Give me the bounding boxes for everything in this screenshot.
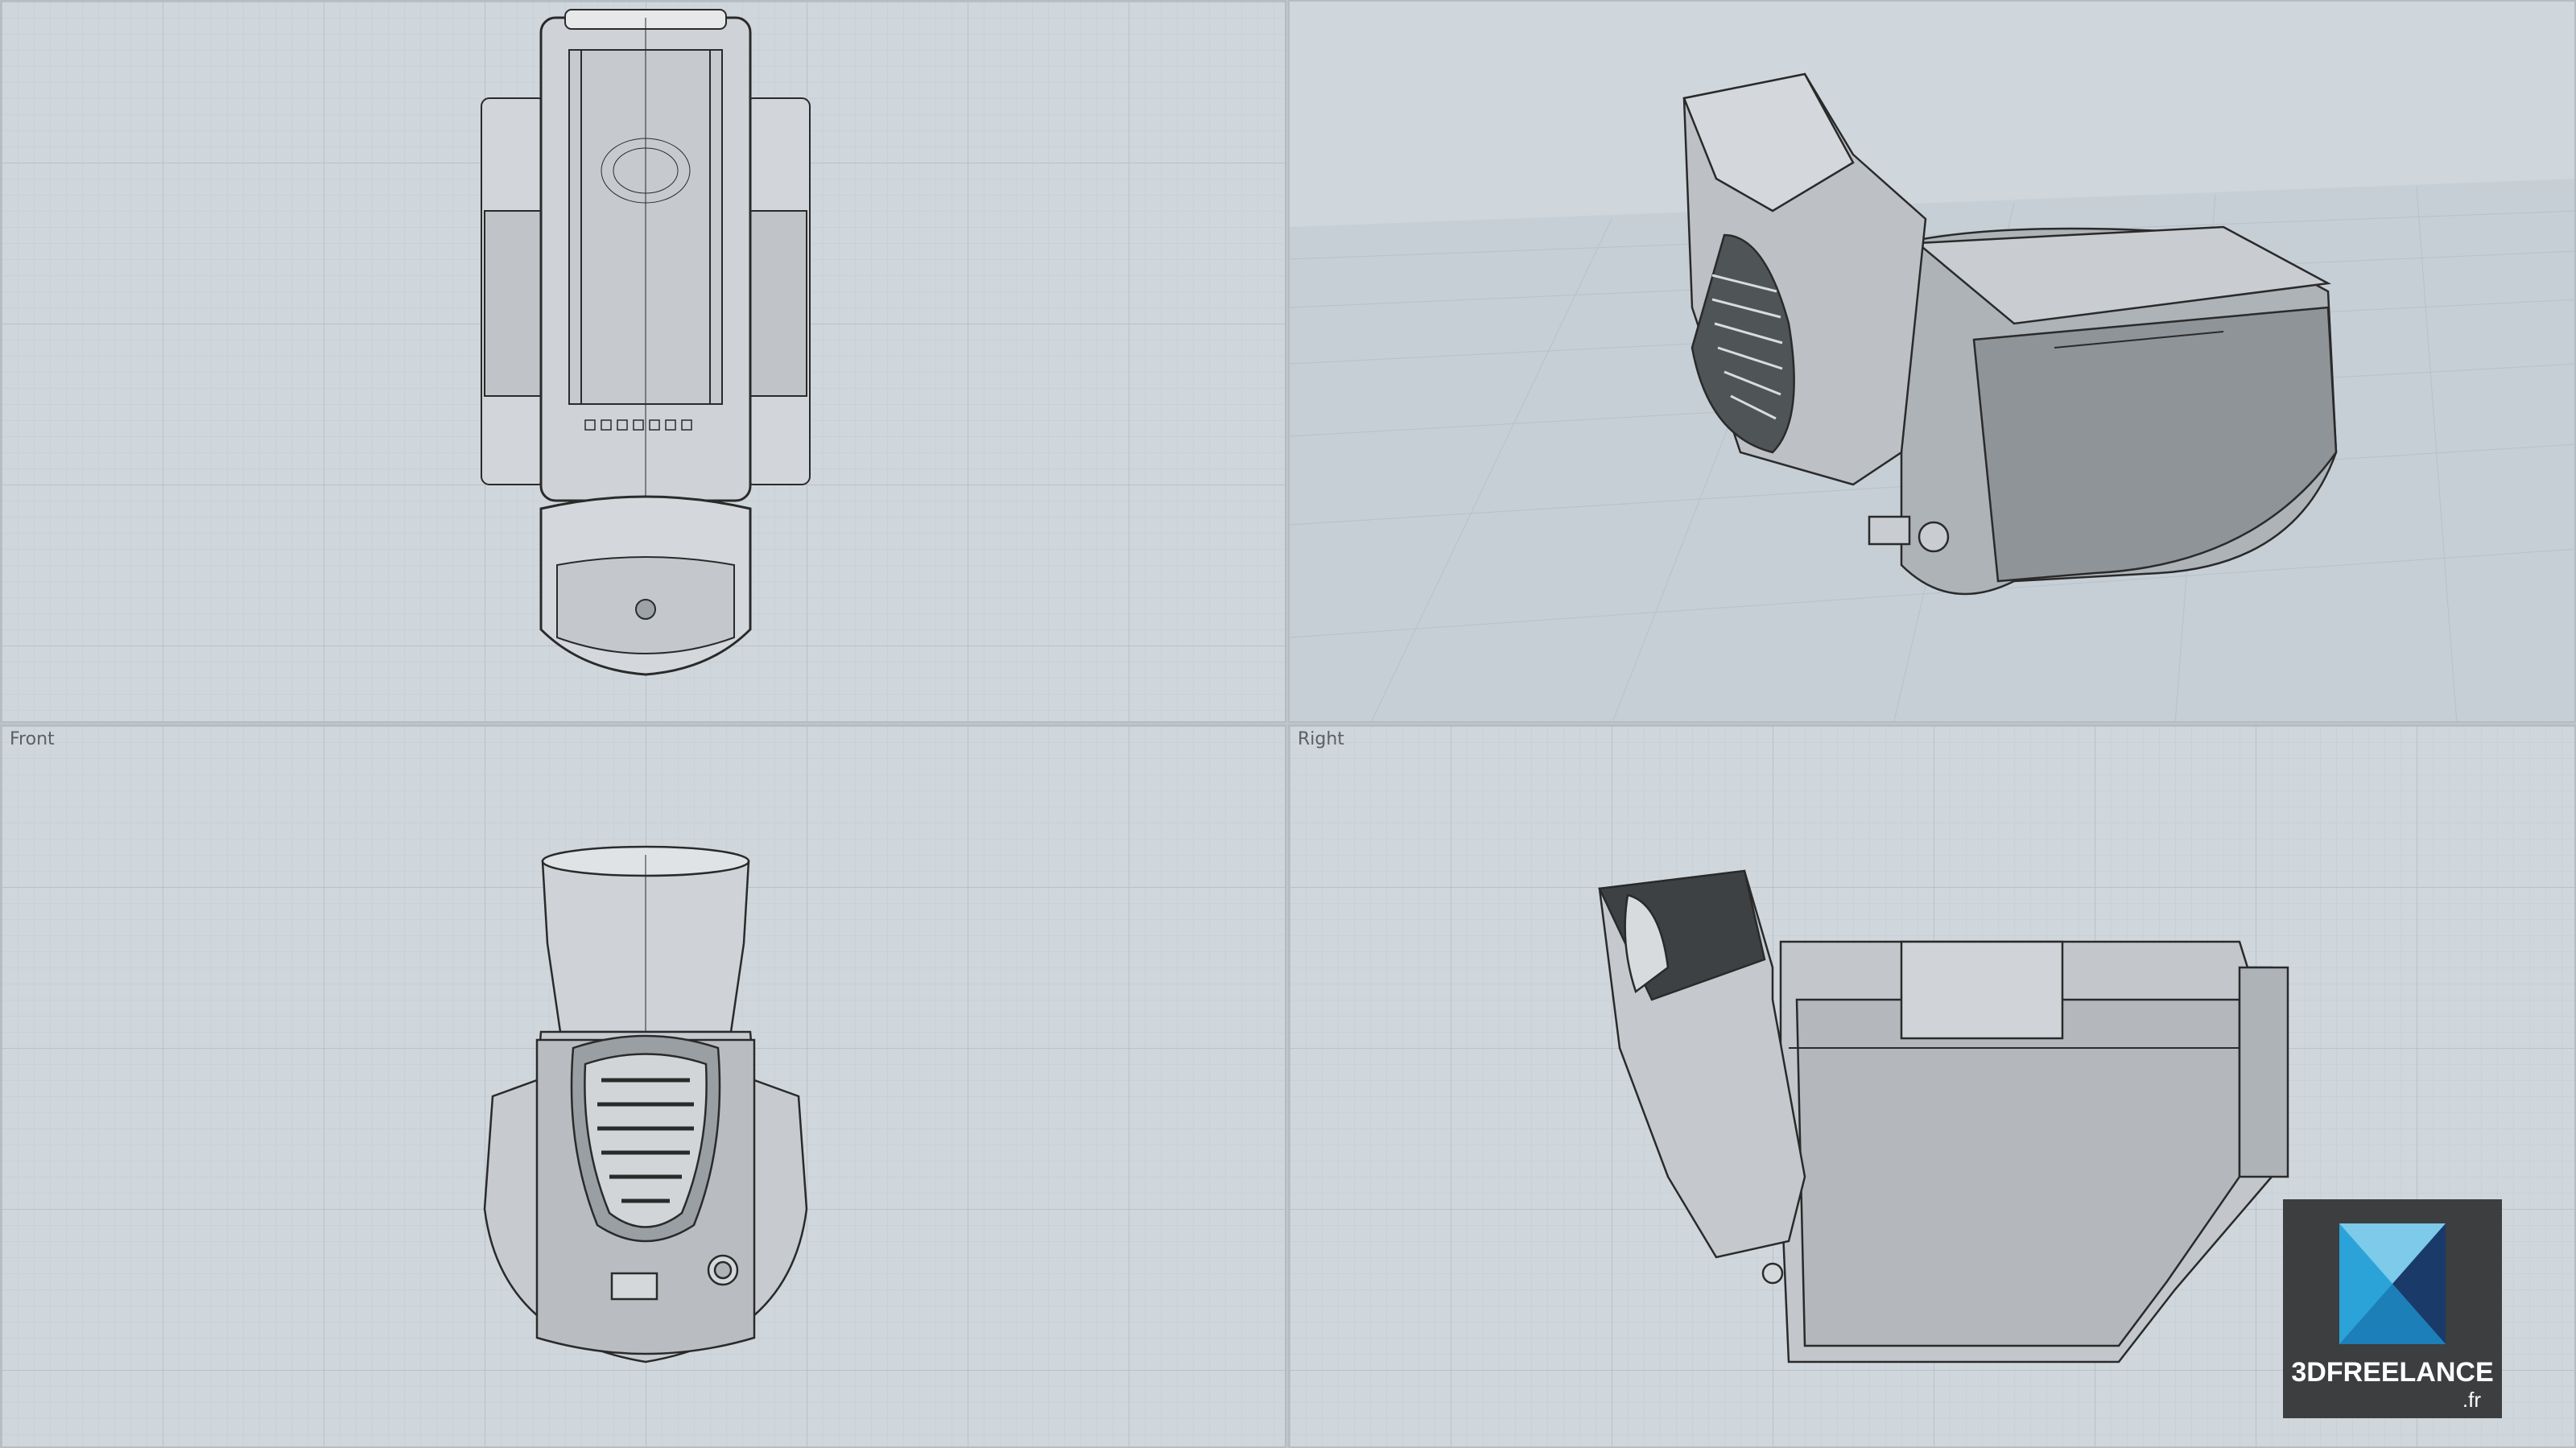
logo-suffix: .fr <box>2462 1388 2481 1412</box>
model-front-view <box>483 845 808 1363</box>
viewport-front[interactable]: Front <box>0 724 1286 1448</box>
logo-text: 3DFREELANCE <box>2291 1357 2494 1388</box>
model-perspective-view <box>1682 72 2338 596</box>
brand-logo: 3DFREELANCE .fr <box>2283 1199 2502 1418</box>
viewport-top[interactable] <box>0 0 1286 723</box>
viewport-perspective[interactable] <box>1288 0 2576 723</box>
model-top-view <box>481 9 811 676</box>
